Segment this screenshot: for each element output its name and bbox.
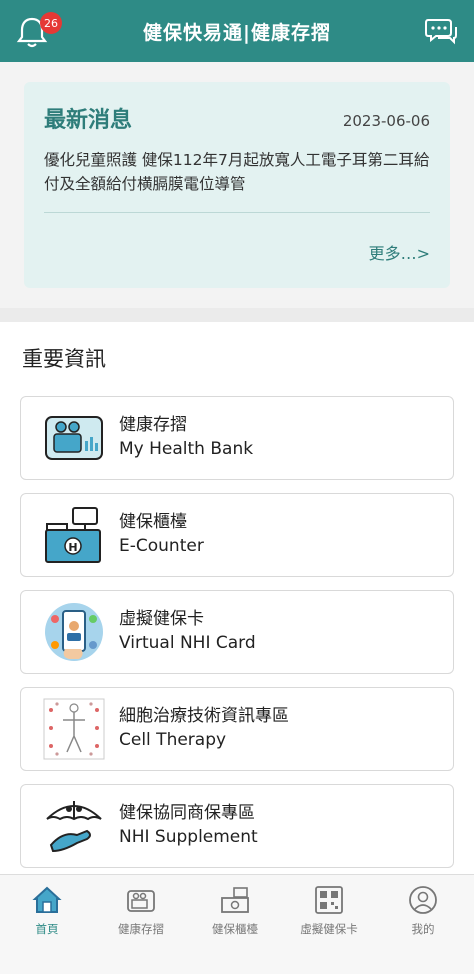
home-icon [32,886,62,913]
counter-icon [221,887,249,913]
tab-virtual-card[interactable]: 虛擬健保卡 [282,885,376,937]
tab-label: 首頁 [35,922,59,936]
card-title-en: My Health Bank [119,439,254,459]
virtual-card-icon [45,603,103,661]
card-e-counter[interactable]: H 健保櫃檯 E-Counter [20,493,454,577]
news-card[interactable]: 最新消息 2023-06-06 優化兒童照護 健保112年7月起放寬人工電子耳第… [24,82,450,288]
card-virtual-nhi-card[interactable]: 虛擬健保卡 Virtual NHI Card [20,590,454,674]
app-header: 26 健保快易通|健康存摺 [0,0,474,62]
tab-e-counter[interactable]: 健保櫃檯 [188,885,282,937]
svg-text:H: H [68,541,77,554]
card-title-zh: 細胞治療技術資訊專區 [119,706,289,726]
tab-health-bank[interactable]: 健康存摺 [94,885,188,937]
profile-icon [409,886,437,914]
cell-therapy-icon [43,698,105,760]
supplement-icon [46,801,102,853]
tab-label: 健保櫃檯 [212,922,258,936]
card-nhi-supplement[interactable]: 健保協同商保專區 NHI Supplement [20,784,454,868]
chat-icon[interactable] [424,14,458,48]
tab-profile[interactable]: 我的 [376,885,470,937]
notification-badge: 26 [40,12,62,34]
card-title-zh: 健保協同商保專區 [119,803,255,823]
bottom-nav: 首頁 健康存摺 健保櫃檯 虛擬健保卡 我的 [0,874,474,974]
health-bank-icon [127,890,155,912]
qr-card-icon [315,886,343,914]
card-title-en: Cell Therapy [119,730,227,750]
tab-label: 健康存摺 [118,922,164,936]
health-bank-icon [45,416,103,460]
page-title: 健保快易通|健康存摺 [143,21,331,44]
tab-home[interactable]: 首頁 [0,885,94,937]
card-title-zh: 虛擬健保卡 [119,609,204,629]
section-title: 重要資訊 [22,347,106,371]
card-title-en: NHI Supplement [119,827,258,847]
divider [44,212,430,213]
counter-icon: H [45,507,101,563]
card-title-zh: 健康存摺 [119,415,187,435]
card-title-en: E-Counter [119,536,204,556]
news-body[interactable]: 優化兒童照護 健保112年7月起放寬人工電子耳第二耳給付及全額給付横膈膜電位導管 [44,148,440,196]
tab-label: 虛擬健保卡 [300,922,358,936]
card-title-en: Virtual NHI Card [119,633,256,653]
tab-label: 我的 [411,922,435,936]
card-title-zh: 健保櫃檯 [119,512,187,532]
news-title: 最新消息 [44,108,133,133]
card-cell-therapy[interactable]: 細胞治療技術資訊專區 Cell Therapy [20,687,454,771]
section-separator [0,308,474,322]
news-date: 2023-06-06 [342,112,430,130]
card-health-bank[interactable]: 健康存摺 My Health Bank [20,396,454,480]
more-link[interactable]: 更多…> [369,240,430,264]
